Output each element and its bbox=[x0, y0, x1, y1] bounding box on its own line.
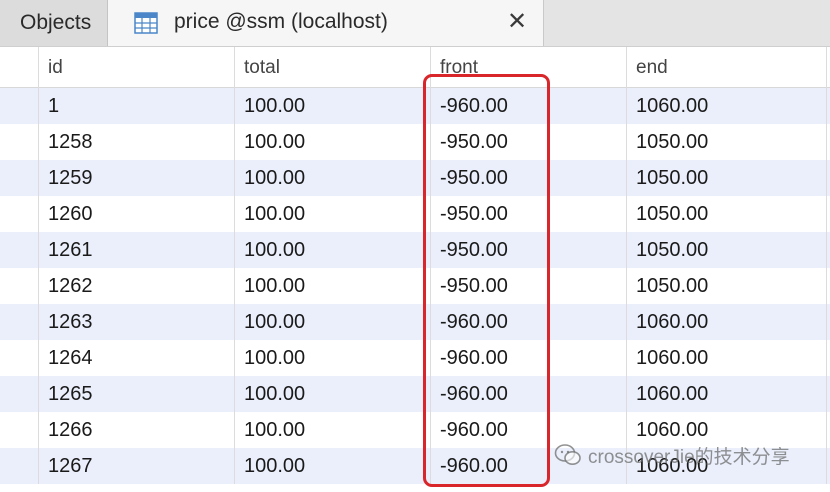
cell-front[interactable]: -960.00 bbox=[430, 340, 626, 376]
column-divider bbox=[430, 47, 431, 484]
column-divider bbox=[626, 47, 627, 484]
cell-id[interactable]: 1264 bbox=[38, 340, 234, 376]
cell-front[interactable]: -960.00 bbox=[430, 304, 626, 340]
cell-end[interactable]: 1060.00 bbox=[626, 340, 830, 376]
grid-header: id total front end bbox=[0, 47, 830, 88]
close-icon[interactable]: ✕ bbox=[504, 9, 530, 35]
row-indicator[interactable] bbox=[0, 124, 38, 160]
data-grid: id total front end 1 100.00 -960.00 1060.00… bbox=[0, 47, 830, 484]
cell-total[interactable]: 100.00 bbox=[234, 232, 430, 268]
table-icon bbox=[134, 12, 158, 34]
cell-end[interactable]: 1050.00 bbox=[626, 196, 830, 232]
table-row[interactable]: 1265 100.00 -960.00 1060.00 bbox=[0, 376, 830, 412]
cell-end[interactable]: 1050.00 bbox=[626, 232, 830, 268]
cell-id[interactable]: 1261 bbox=[38, 232, 234, 268]
cell-front[interactable]: -960.00 bbox=[430, 412, 626, 448]
cell-front[interactable]: -960.00 bbox=[430, 88, 626, 124]
cell-front[interactable]: -960.00 bbox=[430, 448, 626, 484]
cell-id[interactable]: 1259 bbox=[38, 160, 234, 196]
cell-end[interactable]: 1060.00 bbox=[626, 88, 830, 124]
table-row[interactable]: 1267 100.00 -960.00 1060.00 bbox=[0, 448, 830, 484]
table-row[interactable]: 1 100.00 -960.00 1060.00 bbox=[0, 88, 830, 124]
table-row[interactable]: 1258 100.00 -950.00 1050.00 bbox=[0, 124, 830, 160]
row-indicator[interactable] bbox=[0, 412, 38, 448]
cell-id[interactable]: 1265 bbox=[38, 376, 234, 412]
cell-total[interactable]: 100.00 bbox=[234, 268, 430, 304]
cell-end[interactable]: 1050.00 bbox=[626, 160, 830, 196]
tab-price-label: price @ssm (localhost) bbox=[174, 10, 388, 33]
cell-total[interactable]: 100.00 bbox=[234, 376, 430, 412]
cell-id[interactable]: 1266 bbox=[38, 412, 234, 448]
cell-id[interactable]: 1258 bbox=[38, 124, 234, 160]
cell-id[interactable]: 1267 bbox=[38, 448, 234, 484]
column-header-total[interactable]: total bbox=[234, 47, 430, 87]
column-header-front[interactable]: front bbox=[430, 47, 626, 87]
cell-end[interactable]: 1060.00 bbox=[626, 376, 830, 412]
row-indicator-header bbox=[0, 47, 38, 87]
cell-end[interactable]: 1050.00 bbox=[626, 124, 830, 160]
cell-front[interactable]: -950.00 bbox=[430, 196, 626, 232]
row-indicator[interactable] bbox=[0, 196, 38, 232]
cell-total[interactable]: 100.00 bbox=[234, 412, 430, 448]
cell-total[interactable]: 100.00 bbox=[234, 448, 430, 484]
column-header-id[interactable]: id bbox=[38, 47, 234, 87]
column-divider bbox=[234, 47, 235, 484]
tab-objects[interactable]: Objects bbox=[0, 0, 108, 46]
cell-front[interactable]: -950.00 bbox=[430, 268, 626, 304]
row-indicator[interactable] bbox=[0, 268, 38, 304]
cell-id[interactable]: 1 bbox=[38, 88, 234, 124]
tab-price[interactable]: price @ssm (localhost) ✕ bbox=[108, 0, 544, 46]
table-row[interactable]: 1261 100.00 -950.00 1050.00 bbox=[0, 232, 830, 268]
cell-total[interactable]: 100.00 bbox=[234, 340, 430, 376]
cell-end[interactable]: 1050.00 bbox=[626, 268, 830, 304]
table-row[interactable]: 1266 100.00 -960.00 1060.00 bbox=[0, 412, 830, 448]
row-indicator[interactable] bbox=[0, 448, 38, 484]
tab-bar: Objects price @ssm (localhost) ✕ bbox=[0, 0, 830, 47]
row-indicator[interactable] bbox=[0, 232, 38, 268]
cell-end[interactable]: 1060.00 bbox=[626, 304, 830, 340]
cell-total[interactable]: 100.00 bbox=[234, 304, 430, 340]
cell-total[interactable]: 100.00 bbox=[234, 196, 430, 232]
cell-end[interactable]: 1060.00 bbox=[626, 412, 830, 448]
tab-objects-label: Objects bbox=[20, 11, 92, 34]
column-divider bbox=[38, 47, 39, 484]
table-row[interactable]: 1260 100.00 -950.00 1050.00 bbox=[0, 196, 830, 232]
row-indicator[interactable] bbox=[0, 160, 38, 196]
cell-id[interactable]: 1262 bbox=[38, 268, 234, 304]
cell-total[interactable]: 100.00 bbox=[234, 160, 430, 196]
row-indicator[interactable] bbox=[0, 376, 38, 412]
row-indicator[interactable] bbox=[0, 304, 38, 340]
cell-front[interactable]: -960.00 bbox=[430, 376, 626, 412]
cell-total[interactable]: 100.00 bbox=[234, 124, 430, 160]
column-divider bbox=[826, 47, 827, 484]
cell-id[interactable]: 1260 bbox=[38, 196, 234, 232]
row-indicator[interactable] bbox=[0, 340, 38, 376]
cell-total[interactable]: 100.00 bbox=[234, 88, 430, 124]
table-row[interactable]: 1264 100.00 -960.00 1060.00 bbox=[0, 340, 830, 376]
table-row[interactable]: 1259 100.00 -950.00 1050.00 bbox=[0, 160, 830, 196]
row-indicator[interactable] bbox=[0, 88, 38, 124]
table-row[interactable]: 1262 100.00 -950.00 1050.00 bbox=[0, 268, 830, 304]
cell-id[interactable]: 1263 bbox=[38, 304, 234, 340]
grid-body: 1 100.00 -960.00 1060.00 1258 100.00 -950.00 10… bbox=[0, 88, 830, 484]
cell-front[interactable]: -950.00 bbox=[430, 160, 626, 196]
cell-front[interactable]: -950.00 bbox=[430, 232, 626, 268]
cell-end[interactable]: 1060.00 bbox=[626, 448, 830, 484]
column-header-end[interactable]: end bbox=[626, 47, 830, 87]
cell-front[interactable]: -950.00 bbox=[430, 124, 626, 160]
table-row[interactable]: 1263 100.00 -960.00 1060.00 bbox=[0, 304, 830, 340]
